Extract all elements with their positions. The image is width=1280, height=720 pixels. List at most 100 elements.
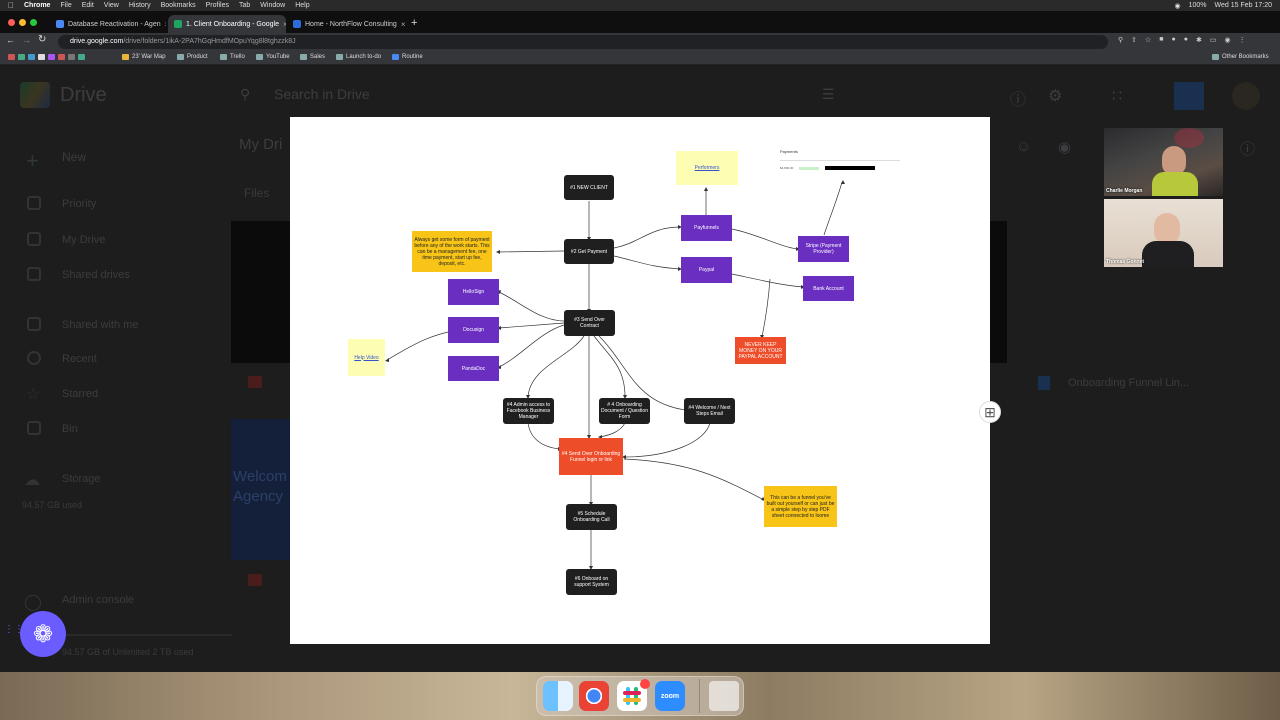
battery-level[interactable]: 100%	[1189, 2, 1207, 10]
wifi-icon[interactable]: ◉	[1175, 2, 1181, 10]
menu-help[interactable]: Help	[295, 2, 309, 9]
maximize-window-icon[interactable]	[30, 19, 37, 26]
puzzle-icon[interactable]: ✱	[1196, 36, 1202, 46]
sidebar-icon[interactable]: ▭	[1210, 36, 1217, 46]
bookmark-trello[interactable]: Trello	[220, 54, 245, 60]
close-tab-icon[interactable]: ×	[401, 20, 405, 29]
new-tab-button[interactable]: +	[411, 17, 417, 29]
sidebar-item-shared-with-me[interactable]: Shared with me	[62, 319, 138, 331]
menu-clock[interactable]: Wed 15 Feb 17:20	[1215, 2, 1272, 10]
payments-screenshot[interactable]: Payments $4,800.00	[780, 149, 900, 181]
file-name[interactable]: Onboarding Funnel Lin...	[1068, 377, 1189, 389]
node-paypal[interactable]: Paypal	[681, 257, 732, 283]
sidebar-item-starred[interactable]: Starred	[62, 388, 98, 400]
more-menu-icon[interactable]: ⋮	[1239, 36, 1246, 46]
close-tab-icon[interactable]: ×	[283, 20, 286, 29]
node-get-payment[interactable]: #2 Get Payment	[564, 239, 614, 264]
link-performers[interactable]: Performers	[676, 151, 738, 185]
bookmark-other[interactable]: Other Bookmarks	[1212, 54, 1269, 60]
info-icon[interactable]: ⓘ	[1240, 138, 1255, 159]
reload-icon[interactable]: ↻	[38, 34, 46, 45]
assistant-launcher-button[interactable]: ❁	[20, 611, 66, 657]
tab-database-reactivation[interactable]: Database Reactivation - Agen ×	[50, 15, 166, 33]
note-funnel[interactable]: This can be a funnel you've built out yo…	[764, 486, 837, 527]
node-hellosign[interactable]: HelloSign	[448, 279, 499, 305]
node-pandadoc[interactable]: PandaDoc	[448, 356, 499, 381]
chrome-icon[interactable]	[579, 681, 609, 711]
add-shortcut-button[interactable]: ⊞	[979, 401, 1001, 423]
extension-icon[interactable]: ■	[1159, 36, 1163, 46]
bookmark-routine[interactable]: Routine	[392, 54, 423, 60]
node-send-onboarding-funnel[interactable]: #4 Send Over Onboarding Funnel login or …	[559, 438, 623, 475]
node-send-contract[interactable]: #3 Send Over Contract	[564, 310, 615, 336]
file-thumbnail[interactable]	[231, 221, 290, 363]
address-bar[interactable]: drive.google.com/drive/folders/1ikA-2PA7…	[58, 35, 1108, 49]
sidebar-item-recent[interactable]: Recent	[62, 353, 97, 365]
file-thumbnail[interactable]	[990, 221, 1007, 363]
participant-video-charlie[interactable]: Charlie Morgan	[1104, 128, 1223, 196]
help-icon[interactable]: ⓘ	[1010, 86, 1026, 110]
welcome-file-card[interactable]: Welcom Agency	[231, 419, 290, 560]
menu-view[interactable]: View	[104, 2, 119, 9]
node-welcome-email[interactable]: #4 Welcome / Next Steps Email	[684, 398, 735, 424]
minimize-window-icon[interactable]	[19, 19, 26, 26]
finder-icon[interactable]	[543, 681, 573, 711]
warning-paypal[interactable]: NEVER KEEP MONEY ON YOUR PAYPAL ACCOUNT	[735, 337, 786, 364]
close-tab-icon[interactable]: ×	[165, 20, 166, 29]
menu-profiles[interactable]: Profiles	[206, 2, 229, 9]
flowchart-canvas[interactable]: #1 NEW CLIENT #2 Get Payment Always get …	[290, 117, 990, 644]
close-window-icon[interactable]	[8, 19, 15, 26]
node-docusign[interactable]: Docusign	[448, 317, 499, 343]
share-icon[interactable]: ⇧	[1131, 36, 1137, 46]
menu-bookmarks[interactable]: Bookmarks	[161, 2, 196, 9]
admin-console-link[interactable]: Admin console	[62, 594, 134, 606]
node-bank-account[interactable]: Bank Account	[803, 276, 854, 301]
apple-icon[interactable]: 	[8, 1, 14, 10]
profile-avatar[interactable]: ◉	[1225, 36, 1231, 46]
zoom-icon[interactable]: ⚲	[1118, 36, 1123, 46]
tab-client-onboarding[interactable]: 1. Client Onboarding - Google ×	[168, 15, 286, 33]
bookmark-launch-todo[interactable]: Launch to-do	[336, 54, 381, 60]
back-icon[interactable]: ←	[6, 35, 15, 45]
bookmark-war-map[interactable]: 23' War Map	[122, 54, 166, 60]
menu-history[interactable]: History	[129, 2, 151, 9]
zoom-icon[interactable]: zoom	[655, 681, 685, 711]
node-new-client[interactable]: #1 NEW CLIENT	[564, 175, 614, 200]
bookmark-youtube[interactable]: YouTube	[256, 54, 290, 60]
forward-icon[interactable]: →	[22, 35, 31, 45]
account-avatar[interactable]	[1232, 82, 1260, 110]
settings-icon[interactable]: ⚙	[1048, 86, 1062, 106]
node-schedule-call[interactable]: #5 Schedule Onboarding Call	[566, 504, 617, 530]
tab-northflow-home[interactable]: Home - NorthFlow Consulting ×	[287, 15, 405, 33]
menu-file[interactable]: File	[60, 2, 71, 9]
extension-icon[interactable]: ●	[1172, 36, 1176, 46]
sidebar-item-bin[interactable]: Bin	[62, 423, 78, 435]
sidebar-item-storage[interactable]: Storage	[62, 473, 101, 485]
star-icon[interactable]: ☆	[1145, 36, 1151, 46]
menu-window[interactable]: Window	[260, 2, 285, 9]
add-person-icon[interactable]: ☺	[1016, 138, 1031, 155]
node-onboard-support[interactable]: #6 Onboard on support System	[566, 569, 617, 595]
link-help-video[interactable]: Help Video	[348, 339, 385, 376]
view-icon[interactable]: ◉	[1058, 138, 1071, 156]
participant-video-thomas[interactable]: Thomas Gonnet	[1104, 199, 1223, 267]
sidebar-item-my-drive[interactable]: My Drive	[62, 234, 105, 246]
sidebar-item-shared-drives[interactable]: Shared drives	[62, 269, 130, 281]
bookmark-favicons[interactable]	[8, 54, 85, 60]
extension-icon[interactable]: ●	[1184, 36, 1188, 46]
node-admin-access[interactable]: #4 Admin access to Facebook Business Man…	[503, 398, 554, 424]
new-plus-icon[interactable]: +	[26, 148, 39, 174]
apps-grid-icon[interactable]: ∷	[1112, 86, 1122, 106]
menu-app-name[interactable]: Chrome	[24, 2, 50, 9]
search-icon[interactable]: ⚲	[240, 86, 250, 103]
node-stripe[interactable]: Stripe (Payment Provider)	[798, 236, 849, 262]
node-payfunnels[interactable]: Payfunnels	[681, 215, 732, 241]
new-button[interactable]: New	[62, 150, 86, 164]
sidebar-item-priority[interactable]: Priority	[62, 198, 96, 210]
node-onboarding-document[interactable]: # 4 Onboarding Document / Question Form	[599, 398, 650, 424]
search-filter-icon[interactable]: ☰	[822, 86, 835, 103]
menu-edit[interactable]: Edit	[82, 2, 94, 9]
bookmark-product[interactable]: Product	[177, 54, 208, 60]
bookmark-sales[interactable]: Sales	[300, 54, 325, 60]
trash-icon[interactable]	[709, 681, 739, 711]
